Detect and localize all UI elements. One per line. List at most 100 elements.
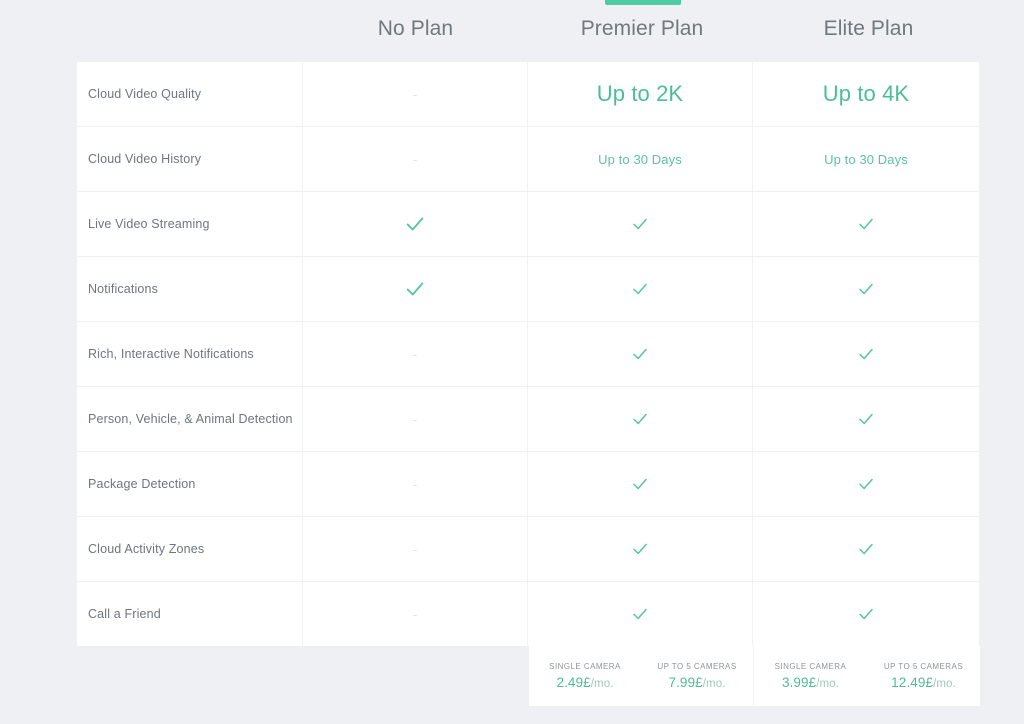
value-cell-premier [528,192,753,256]
table-row: Package Detection - [77,452,981,516]
check-icon [631,605,649,623]
table-row: Cloud Activity Zones - [77,517,981,581]
not-included-dash: - [413,88,417,101]
pricing-value: 7.99£/mo. [668,675,725,690]
check-icon [404,213,426,235]
value-cell-no-plan: - [303,387,528,451]
value-cell-elite [753,192,979,256]
value-cell-premier [528,452,753,516]
feature-label: Package Detection [88,477,195,491]
value-cell-elite [753,257,979,321]
not-included-dash: - [413,478,417,491]
pricing-card-elite[interactable]: SINGLE CAMERA 3.99£/mo. UP TO 5 CAMERAS … [754,646,980,706]
pricing-amount: 3.99£ [782,675,816,690]
plan-header-elite-plan[interactable]: Elite Plan [756,10,981,48]
table-row: Notifications [77,257,981,321]
value-cell-no-plan: - [303,322,528,386]
value-text: Up to 2K [597,81,683,107]
check-icon [857,215,875,233]
value-cell-elite: Up to 30 Days [753,127,979,191]
feature-cell: Cloud Activity Zones [77,517,303,581]
value-cell-premier [528,582,753,646]
value-cell-elite: Up to 4K [753,62,979,126]
check-icon [631,540,649,558]
value-cell-premier: Up to 2K [528,62,753,126]
pricing-period: /mo. [816,678,839,690]
check-icon [857,345,875,363]
value-cell-no-plan: - [303,582,528,646]
value-cell-elite [753,517,979,581]
feature-label: Cloud Video History [88,152,201,166]
not-included-dash: - [413,413,417,426]
value-cell-premier: Up to 30 Days [528,127,753,191]
not-included-dash: - [413,608,417,621]
check-icon [857,410,875,428]
feature-cell: Person, Vehicle, & Animal Detection [77,387,303,451]
check-icon [404,278,426,300]
check-icon [631,215,649,233]
feature-label: Rich, Interactive Notifications [88,347,254,361]
feature-label: Notifications [88,282,158,296]
table-row: Live Video Streaming [77,192,981,256]
table-row: Call a Friend - [77,582,981,646]
check-icon [631,410,649,428]
value-text: Up to 4K [823,81,909,107]
feature-label: Cloud Video Quality [88,87,201,101]
value-text: Up to 30 Days [824,152,908,167]
feature-cell: Cloud Video Quality [77,62,303,126]
feature-cell: Live Video Streaming [77,192,303,256]
value-cell-no-plan [303,192,528,256]
pricing-amount: 2.49£ [556,675,590,690]
pricing-value: 3.99£/mo. [782,675,839,690]
pricing-value: 2.49£/mo. [556,675,613,690]
pricing-elite-single: SINGLE CAMERA 3.99£/mo. [754,646,867,706]
plan-header-premier-plan[interactable]: Premier Plan [529,10,755,48]
value-cell-no-plan [303,257,528,321]
feature-cell: Call a Friend [77,582,303,646]
pricing-amount: 12.49£ [891,675,933,690]
value-cell-no-plan: - [303,127,528,191]
value-cell-elite [753,387,979,451]
value-cell-no-plan: - [303,452,528,516]
table-row: Cloud Video Quality - Up to 2K Up to 4K [77,62,981,126]
check-icon [857,475,875,493]
value-cell-premier [528,517,753,581]
value-cell-premier [528,387,753,451]
value-text: Up to 30 Days [598,152,682,167]
check-icon [857,280,875,298]
check-icon [857,605,875,623]
value-cell-premier [528,322,753,386]
value-cell-elite [753,452,979,516]
not-included-dash: - [413,348,417,361]
value-cell-premier [528,257,753,321]
table-row: Rich, Interactive Notifications - [77,322,981,386]
not-included-dash: - [413,543,417,556]
pricing-card-premier[interactable]: SINGLE CAMERA 2.49£/mo. UP TO 5 CAMERAS … [529,646,754,706]
pricing-caption: UP TO 5 CAMERAS [884,662,963,671]
not-included-dash: - [413,153,417,166]
selected-plan-accent-bar [605,0,681,5]
pricing-period: /mo. [933,678,956,690]
pricing-amount: 7.99£ [668,675,702,690]
check-icon [631,280,649,298]
check-icon [631,475,649,493]
feature-cell: Notifications [77,257,303,321]
plan-comparison-table: Cloud Video Quality-Up to 2KUp to 4KClou… [77,62,981,647]
pricing-caption: SINGLE CAMERA [775,662,847,671]
feature-cell: Cloud Video History [77,127,303,191]
pricing-elite-multi: UP TO 5 CAMERAS 12.49£/mo. [867,646,980,706]
pricing-premier-single: SINGLE CAMERA 2.49£/mo. [529,646,641,706]
pricing-caption: UP TO 5 CAMERAS [657,662,736,671]
feature-label: Live Video Streaming [88,217,210,231]
feature-cell: Rich, Interactive Notifications [77,322,303,386]
check-icon [857,540,875,558]
feature-label: Person, Vehicle, & Animal Detection [88,412,293,426]
value-cell-elite [753,582,979,646]
table-row: Person, Vehicle, & Animal Detection - [77,387,981,451]
feature-label: Call a Friend [88,607,161,621]
pricing-value: 12.49£/mo. [891,675,956,690]
value-cell-no-plan: - [303,62,528,126]
plan-header-no-plan[interactable]: No Plan [303,10,528,48]
value-cell-elite [753,322,979,386]
pricing-caption: SINGLE CAMERA [549,662,621,671]
